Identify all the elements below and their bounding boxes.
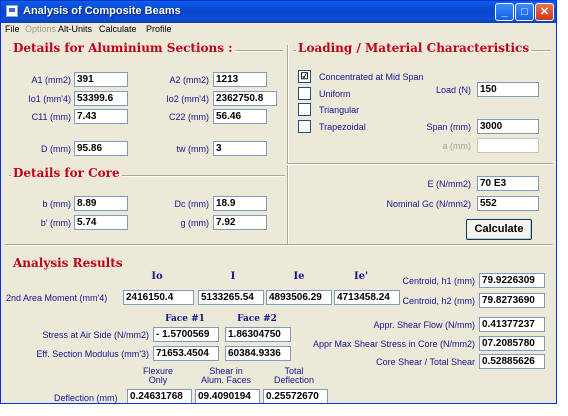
a1-field[interactable]: 391	[74, 72, 128, 87]
menu-file[interactable]: File	[5, 24, 20, 34]
g-field[interactable]: 7.92	[213, 215, 267, 230]
tw-label: tw (mm)	[176, 144, 210, 154]
col-head-ie: Ie	[293, 271, 305, 282]
a-field[interactable]	[477, 138, 539, 153]
io2-label: Io2 (mm'4)	[166, 94, 209, 104]
e-field[interactable]: 70 E3	[477, 176, 539, 191]
minimize-button[interactable]: _	[495, 3, 514, 21]
load-field[interactable]: 150	[477, 82, 539, 97]
core-shear-field[interactable]: 0.52885626	[479, 354, 545, 369]
centroid2-label: Centroid, h2 (mm)	[402, 296, 475, 306]
d-label: D (mm)	[41, 144, 71, 154]
b-label: b (mm)	[42, 199, 72, 209]
moment-label: 2nd Area Moment (mm'4)	[6, 293, 108, 303]
deflection-total-field[interactable]: 0.25572670	[263, 389, 328, 403]
stress-face1-field[interactable]: - 1.5700569	[153, 327, 219, 342]
vertical-section-divider	[287, 45, 289, 245]
face2-head: Face #2	[237, 314, 277, 324]
a-label: a (mm)	[442, 141, 472, 151]
tw-field[interactable]: 3	[213, 141, 267, 156]
material-section-rule	[287, 163, 553, 165]
stress-label: Stress at Air Side (N/mm2)	[42, 330, 149, 340]
d-field[interactable]: 95.86	[74, 141, 128, 156]
deflection-head-total: Total Deflection	[273, 366, 315, 385]
core-shear-label: Core Shear / Total Shear	[376, 357, 475, 367]
e-label: E (N/mm2)	[427, 179, 472, 189]
concentrated-label: Concentrated at Mid Span	[319, 72, 424, 82]
gc-field[interactable]: 552	[477, 196, 539, 211]
deflection-label: Deflection (mm)	[54, 393, 118, 403]
span-field[interactable]: 3000	[477, 119, 539, 134]
deflection-head-shear: Shear in Alum. Faces	[200, 366, 251, 385]
modulus-face2-field[interactable]: 60384.9336	[225, 346, 291, 361]
c22-label: C22 (mm)	[169, 112, 209, 122]
a2-label: A2 (mm2)	[169, 75, 209, 85]
io1-field[interactable]: 53399.6	[74, 91, 128, 106]
results-section-top-rule	[5, 244, 553, 246]
b-prime-label: b' (mm)	[40, 218, 71, 228]
moment-io-field[interactable]: 2416150.4	[123, 290, 194, 305]
col-head-io: Io	[151, 271, 163, 282]
shear-flow-label: Appr. Shear Flow (N/mm)	[373, 320, 475, 330]
b-prime-field[interactable]: 5.74	[74, 215, 128, 230]
b-field[interactable]: 8.89	[74, 196, 128, 211]
trapezoidal-checkbox[interactable]	[298, 120, 311, 133]
shear-flow-field[interactable]: 0.41377237	[479, 317, 545, 332]
menu-calculate[interactable]: Calculate	[99, 24, 137, 34]
app-icon	[6, 5, 18, 17]
c22-field[interactable]: 56.46	[213, 109, 267, 124]
main-window: Analysis of Composite Beams _ □ ✕ File O…	[0, 0, 557, 404]
modulus-label: Eff. Section Modulus (mm'3)	[36, 349, 149, 359]
gc-label: Nominal Gc (N/mm2)	[386, 199, 471, 209]
triangular-checkbox[interactable]	[298, 103, 311, 116]
max-shear-field[interactable]: 07.2085780	[479, 336, 545, 351]
uniform-label: Uniform	[319, 89, 351, 99]
load-label: Load (N)	[435, 85, 471, 95]
title-bar[interactable]: Analysis of Composite Beams _ □ ✕	[1, 1, 556, 23]
core-section-title: Details for Core	[11, 166, 122, 180]
results-section-title: Analysis Results	[11, 256, 125, 270]
aluminium-section-title: Details for Aluminium Sections :	[11, 41, 235, 55]
dc-label: Dc (mm)	[174, 199, 210, 209]
moment-i-field[interactable]: 5133265.54	[198, 290, 264, 305]
triangular-label: Triangular	[319, 105, 360, 115]
concentrated-checkbox[interactable]: ☑	[298, 70, 311, 83]
centroid1-field[interactable]: 79.9226309	[479, 273, 545, 288]
modulus-face1-field[interactable]: 71653.4504	[153, 346, 219, 361]
deflection-head-flexure: Flexure Only	[142, 366, 173, 385]
centroid2-field[interactable]: 79.8273690	[479, 293, 545, 308]
c11-field[interactable]: 7.43	[74, 109, 128, 124]
window-title: Analysis of Composite Beams	[23, 5, 181, 17]
menu-alt-units[interactable]: Alt-Units	[58, 24, 92, 34]
stress-face2-field[interactable]: 1.86304750	[225, 327, 291, 342]
trapezoidal-label: Trapezoidal	[319, 122, 366, 132]
io1-label: Io1 (mm'4)	[28, 94, 71, 104]
close-button[interactable]: ✕	[535, 3, 554, 21]
menu-profile[interactable]: Profile	[146, 24, 172, 34]
loading-section-title: Loading / Material Characteristics	[296, 41, 532, 55]
deflection-shear-field[interactable]: 09.4090194	[195, 389, 260, 403]
a2-field[interactable]: 1213	[213, 72, 267, 87]
max-shear-label: Appr Max Shear Stress in Core (N/mm2)	[312, 339, 475, 349]
moment-ie-field[interactable]: 4893506.29	[266, 290, 332, 305]
col-head-i: I	[230, 271, 236, 282]
dc-field[interactable]: 18.9	[213, 196, 267, 211]
span-label: Span (mm)	[426, 122, 471, 132]
g-label: g (mm)	[180, 218, 210, 228]
c11-label: C11 (mm)	[31, 112, 71, 122]
io2-field[interactable]: 2362750.8	[213, 91, 277, 106]
uniform-checkbox[interactable]	[298, 87, 311, 100]
centroid1-label: Centroid, h1 (mm)	[402, 276, 475, 286]
menu-bar: File Options Alt-Units Calculate Profile	[1, 23, 556, 37]
deflection-flexure-field[interactable]: 0.24631768	[127, 389, 192, 403]
face1-head: Face #1	[165, 314, 205, 324]
a1-label: A1 (mm2)	[31, 75, 71, 85]
maximize-button[interactable]: □	[515, 3, 534, 21]
calculate-button[interactable]: Calculate	[466, 219, 532, 240]
menu-options[interactable]: Options	[25, 24, 56, 34]
